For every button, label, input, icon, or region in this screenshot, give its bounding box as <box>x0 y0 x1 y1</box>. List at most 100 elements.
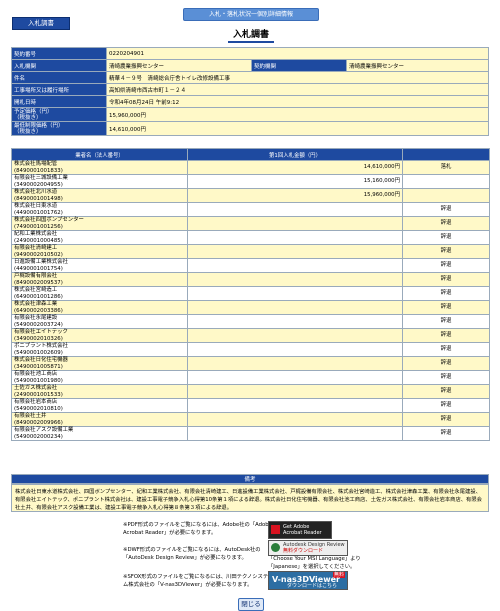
contract-info-table: 契約番号 0220204901 入札機関 清崎農業振興センター 契約機関 清崎農… <box>11 47 489 136</box>
bid-row: 株式会社津森工業 (6490002003386) 辞退 <box>11 300 490 315</box>
corporate-number: (8490001001498) <box>14 195 63 202</box>
remarks-text: 株式会社日東水道株式会社、四国ボンプセンター、紀和工業株式会社、有限会社清崎建工… <box>11 484 489 512</box>
bidder-cell: ポニプラント株式会社 (5490001002609) <box>11 342 188 357</box>
autodesk-design-review-banner[interactable]: Autodesk Design Review 無料ダウンロード <box>268 540 348 556</box>
bid-result: 辞退 <box>402 300 490 315</box>
bid-amount <box>187 230 403 245</box>
bid-amount <box>187 426 403 441</box>
bid-amount <box>187 244 403 259</box>
bid-result: 辞退 <box>402 202 490 217</box>
minimum-price-label: 最低制限価格（円） （税抜き） <box>11 121 107 136</box>
bid-amount <box>187 300 403 315</box>
open-date-value: 令和4年08月24日 午前9:12 <box>106 95 489 108</box>
bid-result: 辞退 <box>402 370 490 385</box>
bid-amount: 15,160,000円 <box>187 174 403 189</box>
bid-result: 辞退 <box>402 244 490 259</box>
work-name-label: 件名 <box>11 71 107 84</box>
bid-agency-value: 清崎農業振興センター <box>106 59 252 72</box>
bidder-cell: 有限会社清崎建工 (9490002010502) <box>11 244 188 259</box>
bid-results-table: 業者名（法人番号） 第1回入札金額（円） 株式会社馬場配管 (8490001001… <box>11 148 490 441</box>
bidder-cell: 株式会社北川水道 (8490001001498) <box>11 188 188 203</box>
corporate-number: (4490001001754) <box>14 265 63 272</box>
bid-result: 辞退 <box>402 286 490 301</box>
corporate-number: (8490002009966) <box>14 419 63 426</box>
bidder-cell: 有限会社アスク設備工業 (5490002000234) <box>11 426 188 441</box>
bid-row: 株式会社宮崎造工 (6490001001286) 辞退 <box>11 286 490 301</box>
bidder-cell: 有限会社永尾建設 (5490002003724) <box>11 314 188 329</box>
corporate-number: (5490002003724) <box>14 321 63 328</box>
v-nas3dviewer-banner[interactable]: 無料 V-nas3DViewer ダウンロードはこちら <box>268 571 348 590</box>
bid-row: 有限会社アスク設備工業 (5490002000234) 辞退 <box>11 426 490 441</box>
bid-row: 有限会社土井 (8490002009966) 辞退 <box>11 412 490 427</box>
bidder-cell: 株式会社日化住宅機器 (3490001005871) <box>11 356 188 371</box>
bid-result: 辞退 <box>402 272 490 287</box>
autodesk-logo-icon <box>271 543 280 552</box>
bid-row: 株式会社四国ボンプセンター (7490001001256) 辞退 <box>11 216 490 231</box>
bidder-cell: 株式会社馬場配管 (8490001001833) <box>11 160 188 175</box>
bid-result: 辞退 <box>402 384 490 399</box>
corporate-number: (5490001001980) <box>14 377 63 384</box>
minimum-price-value: 14,610,000円 <box>106 121 489 136</box>
adobe-logo-icon <box>271 525 280 534</box>
bid-amount <box>187 412 403 427</box>
bid-result: 辞退 <box>402 412 490 427</box>
close-button[interactable]: 閉じる <box>238 598 264 611</box>
corporate-number: (2490001000485) <box>14 237 63 244</box>
bid-row: 株式会社日化住宅機器 (3490001005871) 辞退 <box>11 356 490 371</box>
bid-row: 戸梶設備有限会社 (8490002009537) 辞退 <box>11 272 490 287</box>
corporate-number: (5490002010810) <box>14 405 63 412</box>
v-nas3dviewer-banner-sub: ダウンロードはこちら <box>287 583 338 589</box>
bid-result: 辞退 <box>402 328 490 343</box>
location-label: 工事場所又は履行場所 <box>11 83 107 96</box>
remarks-header: 備考 <box>11 474 489 484</box>
bidder-cell: 有限会社土井 (8490002009966) <box>11 412 188 427</box>
corporate-number: (3490002010326) <box>14 335 63 342</box>
bid-row: 有限会社三城設備工業 (3490002004955) 15,160,000円 <box>11 174 490 189</box>
bid-agency-label: 入札機関 <box>11 59 107 72</box>
bid-result: 辞退 <box>402 258 490 273</box>
bidder-cell: 戸梶設備有限会社 (8490002009537) <box>11 272 188 287</box>
bid-amount <box>187 272 403 287</box>
adobe-reader-banner[interactable]: Get Adobe Acrobat Reader <box>268 521 332 539</box>
bid-result-header <box>402 148 490 161</box>
bid-result <box>402 174 490 189</box>
corporate-number: (5490001002609) <box>14 349 63 356</box>
page-title: 入札調書 <box>228 29 274 43</box>
bid-result: 辞退 <box>402 426 490 441</box>
document-kind-badge: 入札調書 <box>12 17 70 30</box>
estimate-price-value: 15,960,000円 <box>106 107 489 122</box>
corporate-number: (3490002004955) <box>14 181 63 188</box>
bidder-name-header: 業者名（法人番号） <box>11 148 188 161</box>
bid-amount <box>187 384 403 399</box>
adobe-banner-line2: Acrobat Reader <box>283 530 322 536</box>
bid-row: 有限会社池工商店 (5490001001980) 辞退 <box>11 370 490 385</box>
corporate-number: (2490001001533) <box>14 391 63 398</box>
bidder-cell: 有限会社岩本商店 (5490002010810) <box>11 398 188 413</box>
bidder-cell: 株式会社宮崎造工 (6490001001286) <box>11 286 188 301</box>
bidder-cell: 有限会社池工商店 (5490001001980) <box>11 370 188 385</box>
corporate-number: (6490002003386) <box>14 307 63 314</box>
corporate-number: (9490002010502) <box>14 251 63 258</box>
corporate-number: (3490001005871) <box>14 363 63 370</box>
bid-amount <box>187 328 403 343</box>
bid-row: 株式会社北川水道 (8490001001498) 15,960,000円 <box>11 188 490 203</box>
contract-agency-value: 清崎農業振興センター <box>346 59 489 72</box>
window-title-bar: 入札・落札状況一個別詳細情報 <box>183 8 319 21</box>
autodesk-banner-line2: 無料ダウンロード <box>283 548 324 554</box>
bidder-cell: 土佐ガス株式会社 (2490001001533) <box>11 384 188 399</box>
bid-row: 株式会社日東水道 (4490001001762) 辞退 <box>11 202 490 217</box>
dwf-note: ※DWF形式のファイルをご覧になるには、AutoDesk社の「AutoDesk … <box>123 547 261 561</box>
bid-result: 辞退 <box>402 230 490 245</box>
bid-row: 有限会社永尾建設 (5490002003724) 辞退 <box>11 314 490 329</box>
bid-amount <box>187 342 403 357</box>
bid-amount-header: 第1回入札金額（円） <box>187 148 403 161</box>
pdf-note: ※PDF形式のファイルをご覧になるには、Adobe社の「Adobe Acroba… <box>123 522 272 536</box>
bid-amount: 15,960,000円 <box>187 188 403 203</box>
bid-amount: 14,610,000円 <box>187 160 403 175</box>
contract-no-label: 契約番号 <box>11 47 107 60</box>
bid-row: 土佐ガス株式会社 (2490001001533) 辞退 <box>11 384 490 399</box>
bid-row: 日進設備工業株式会社 (4490001001754) 辞退 <box>11 258 490 273</box>
contract-no-value: 0220204901 <box>106 47 489 60</box>
corporate-number: (4490001001762) <box>14 209 63 216</box>
sfx-note: ※SFOX形式のファイルをご覧になるには、川田テクノシステム株式会社の「V-na… <box>123 574 269 588</box>
